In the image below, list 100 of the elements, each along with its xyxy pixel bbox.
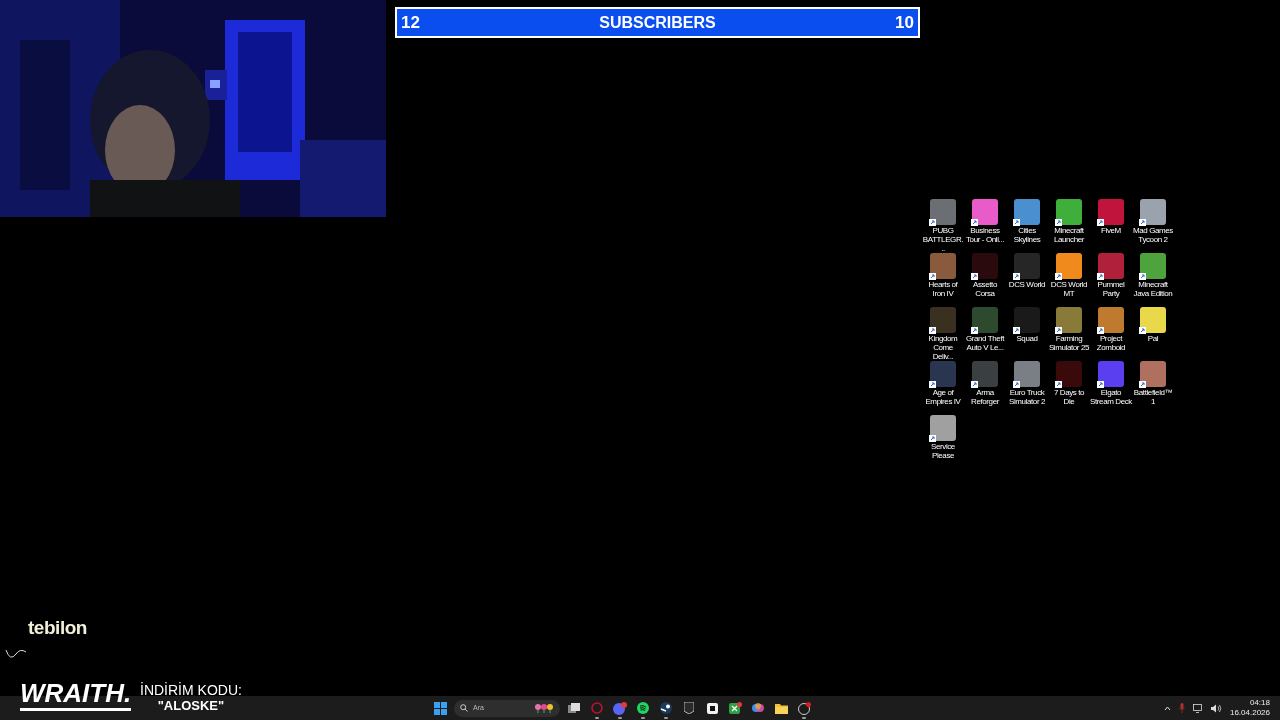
shortcut-arrow-icon [971, 273, 978, 280]
desktop-icon[interactable]: DCS World MT [1048, 251, 1090, 305]
shortcut-arrow-icon [929, 435, 936, 442]
shortcut-arrow-icon [1097, 273, 1104, 280]
icon-label: Minecraft Launcher [1052, 226, 1086, 244]
icon-label: PUBG BATTLEGR... [922, 226, 964, 253]
shortcut-arrow-icon [1097, 327, 1104, 334]
shortcut-arrow-icon [1139, 273, 1146, 280]
desktop-icon[interactable]: Farming Simulator 25 [1048, 305, 1090, 359]
desktop-icon[interactable]: Kingdom Come Deliv... [922, 305, 964, 359]
desktop-icon[interactable]: Arma Reforger [964, 359, 1006, 413]
windows-icon[interactable] [433, 701, 447, 715]
icon-label: Mad Games Tycoon 2 [1132, 226, 1174, 244]
task-view-icon[interactable] [568, 703, 580, 713]
desktop-icon[interactable]: Assetto Corsa [964, 251, 1006, 305]
microphone-icon[interactable] [1178, 703, 1185, 713]
icon-label: FiveM [1100, 226, 1122, 235]
desktop-icon[interactable]: Mad Games Tycoon 2 [1132, 197, 1174, 251]
promo-code: "ALOSKE" [157, 698, 225, 714]
shortcut-arrow-icon [1139, 219, 1146, 226]
desktop-icon[interactable]: Project Zomboid [1090, 305, 1132, 359]
icon-label: 7 Days to Die [1052, 388, 1086, 406]
shortcut-arrow-icon [1055, 381, 1062, 388]
desktop-icon[interactable]: Hearts of Iron IV [922, 251, 964, 305]
shortcut-arrow-icon [1055, 219, 1062, 226]
icon-label: DCS World MT [1049, 280, 1089, 298]
desktop-icon[interactable]: Business Tour - Onli... [964, 197, 1006, 251]
desktop-icon[interactable]: Minecraft Launcher [1048, 197, 1090, 251]
icon-label: Elgato Stream Deck [1090, 388, 1132, 406]
desktop-icon[interactable]: 7 Days to Die [1048, 359, 1090, 413]
record-icon[interactable] [797, 701, 811, 715]
music-icon[interactable] [637, 702, 649, 714]
shortcut-arrow-icon [971, 219, 978, 226]
shortcut-arrow-icon [929, 327, 936, 334]
icon-label: Project Zomboid [1095, 334, 1127, 352]
shortcut-arrow-icon [1097, 381, 1104, 388]
sponsor-logo: tebilon [28, 616, 87, 640]
shortcut-arrow-icon [1055, 327, 1062, 334]
ring-icon[interactable] [591, 702, 603, 714]
chevron-up-icon[interactable] [1163, 705, 1171, 711]
desktop-icon[interactable]: Pummel Party [1090, 251, 1132, 305]
desktop-icon[interactable]: Service Please [922, 413, 964, 467]
desktop-icon[interactable]: Battlefield™ 1 [1132, 359, 1174, 413]
sponsor-brand: WRAITH. [20, 678, 132, 711]
subscriber-count: 12 [401, 11, 420, 34]
shortcut-arrow-icon [1055, 273, 1062, 280]
shortcut-arrow-icon [929, 219, 936, 226]
icon-label: Pummel Party [1096, 280, 1126, 298]
icon-label: Farming Simulator 25 [1048, 334, 1090, 352]
desktop-icon[interactable]: FiveM [1090, 197, 1132, 251]
shortcut-arrow-icon [1013, 273, 1020, 280]
chat-icon[interactable] [613, 701, 627, 715]
clock[interactable]: 04:18 16.04.2026 [1229, 698, 1270, 718]
desktop-icon[interactable]: Elgato Stream Deck [1090, 359, 1132, 413]
display-icon[interactable] [1192, 703, 1203, 713]
icon-label: Euro Truck Simulator 2 [1007, 388, 1047, 406]
shortcut-arrow-icon [1013, 381, 1020, 388]
subscriber-goal: 10 [895, 11, 914, 34]
icon-label: Age of Empires IV [924, 388, 962, 406]
icon-label: Grand Theft Auto V Le... [964, 334, 1006, 352]
shortcut-arrow-icon [929, 273, 936, 280]
icon-label: Battlefield™ 1 [1132, 388, 1174, 406]
desktop-icon[interactable]: Age of Empires IV [922, 359, 964, 413]
desktop-icon[interactable]: DCS World [1006, 251, 1048, 305]
icon-label: Business Tour - Onli... [965, 226, 1005, 244]
icon-label: Cities Skylines [1012, 226, 1042, 244]
speaker-icon[interactable] [1210, 703, 1222, 713]
icon-label: Minecraft Java Edition [1132, 280, 1174, 298]
icon-label: Hearts of Iron IV [927, 280, 959, 298]
icon-label: Assetto Corsa [972, 280, 998, 298]
desktop-icon[interactable]: Cities Skylines [1006, 197, 1048, 251]
icon-label: Service Please [930, 442, 956, 460]
desktop-icon[interactable]: Pal [1132, 305, 1174, 359]
promo-label: İNDİRİM KODU: [140, 682, 242, 698]
shortcut-arrow-icon [1139, 327, 1146, 334]
shortcut-arrow-icon [929, 381, 936, 388]
desktop-icon[interactable]: Grand Theft Auto V Le... [964, 305, 1006, 359]
icon-label: DCS World [1007, 280, 1047, 289]
shortcut-arrow-icon [1139, 381, 1146, 388]
subscriber-title: SUBSCRIBERS [599, 12, 716, 33]
shortcut-arrow-icon [971, 381, 978, 388]
desktop-icon[interactable]: PUBG BATTLEGR... [922, 197, 964, 251]
clock-time: 04:18 [1249, 698, 1270, 708]
icon-label: Squad [1015, 334, 1039, 343]
icon-label: Pal [1146, 334, 1160, 343]
xbox-icon[interactable] [728, 701, 742, 715]
flowers-icon [534, 703, 554, 713]
shortcut-arrow-icon [1013, 327, 1020, 334]
shortcut-arrow-icon [1013, 219, 1020, 226]
search-icon [460, 704, 468, 712]
desktop-icon[interactable]: Euro Truck Simulator 2 [1006, 359, 1048, 413]
folder-icon[interactable] [774, 702, 788, 714]
desktop-icon[interactable]: Minecraft Java Edition [1132, 251, 1174, 305]
shortcut-arrow-icon [971, 327, 978, 334]
copilot-icon[interactable] [752, 702, 764, 714]
steam-icon[interactable] [660, 702, 672, 714]
shield-icon[interactable] [684, 702, 694, 714]
shortcut-arrow-icon [1097, 219, 1104, 226]
desktop-icon[interactable]: Squad [1006, 305, 1048, 359]
capture-icon[interactable] [706, 702, 718, 714]
